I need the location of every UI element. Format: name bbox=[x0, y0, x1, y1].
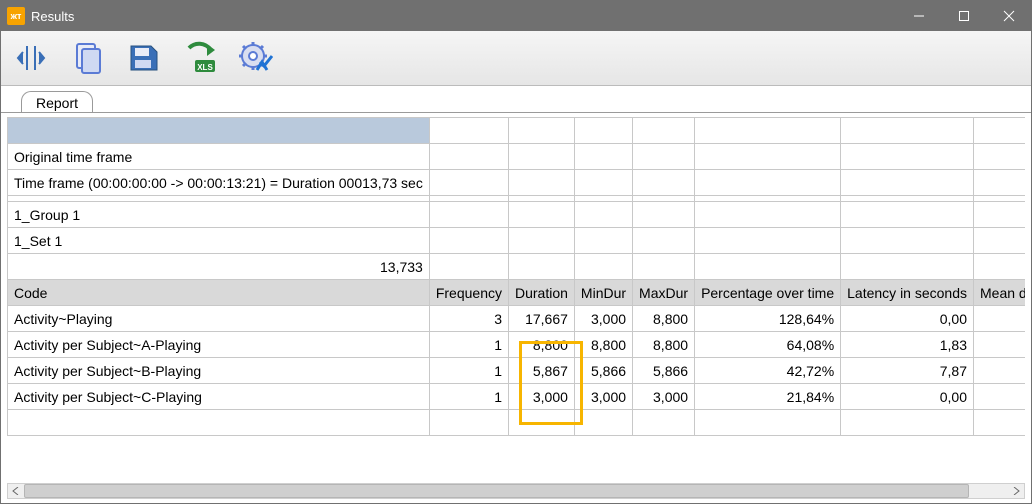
cell-freq: 1 bbox=[429, 332, 508, 358]
cell-max: 8,800 bbox=[633, 306, 695, 332]
window-title: Results bbox=[31, 9, 74, 24]
cell-dur: 5,867 bbox=[509, 358, 575, 384]
app-icon: жт bbox=[7, 7, 25, 25]
cell-code: Activity~Playing bbox=[8, 306, 430, 332]
cell-lat: 0,00 bbox=[841, 306, 974, 332]
cell-min: 8,800 bbox=[574, 332, 632, 358]
report-viewport: Original time frame Time frame (00:00:00… bbox=[1, 112, 1031, 503]
settings-icon bbox=[237, 40, 273, 76]
col-latency[interactable]: Latency in seconds bbox=[841, 280, 974, 306]
cell-pct: 21,84% bbox=[695, 384, 841, 410]
table-row[interactable]: Original time frame bbox=[8, 144, 1026, 170]
table-row[interactable]: Activity per Subject~C-Playing 1 3,000 3… bbox=[8, 384, 1026, 410]
col-mindur[interactable]: MinDur bbox=[574, 280, 632, 306]
cell-dur: 17,667 bbox=[509, 306, 575, 332]
col-mean[interactable]: Mean du bbox=[974, 280, 1026, 306]
table-row[interactable]: Activity per Subject~B-Playing 1 5,867 5… bbox=[8, 358, 1026, 384]
cell-dur: 3,000 bbox=[509, 384, 575, 410]
export-excel-button[interactable]: XLS bbox=[177, 36, 221, 80]
cell-mean bbox=[974, 332, 1026, 358]
cell-pct: 64,08% bbox=[695, 332, 841, 358]
settings-button[interactable] bbox=[233, 36, 277, 80]
cell-mean bbox=[974, 306, 1026, 332]
col-frequency[interactable]: Frequency bbox=[429, 280, 508, 306]
tab-bar: Report bbox=[1, 86, 1031, 112]
cell-freq: 1 bbox=[429, 358, 508, 384]
table-row[interactable]: Time frame (00:00:00:00 -> 00:00:13:21) … bbox=[8, 170, 1026, 196]
scroll-left-button[interactable] bbox=[8, 484, 24, 498]
cell-code: Activity per Subject~C-Playing bbox=[8, 384, 430, 410]
chevron-left-icon bbox=[12, 487, 20, 495]
scroll-track[interactable] bbox=[24, 484, 1008, 498]
cell-max: 3,000 bbox=[633, 384, 695, 410]
cell-max: 8,800 bbox=[633, 332, 695, 358]
scroll-thumb[interactable] bbox=[24, 484, 969, 498]
cell-min: 3,000 bbox=[574, 306, 632, 332]
cell-code: Activity per Subject~B-Playing bbox=[8, 358, 430, 384]
col-maxdur[interactable]: MaxDur bbox=[633, 280, 695, 306]
svg-text:XLS: XLS bbox=[197, 63, 213, 72]
horizontal-scrollbar[interactable] bbox=[7, 483, 1025, 499]
chevron-right-icon bbox=[1012, 487, 1020, 495]
table-row[interactable]: 1_Group 1 bbox=[8, 202, 1026, 228]
close-icon bbox=[1003, 10, 1015, 22]
table-row[interactable]: 1_Set 1 bbox=[8, 228, 1026, 254]
toolbar: XLS bbox=[1, 31, 1031, 86]
maximize-button[interactable] bbox=[941, 1, 986, 31]
copy-icon bbox=[69, 40, 105, 76]
cell-timeframe-detail: Time frame (00:00:00:00 -> 00:00:13:21) … bbox=[8, 170, 430, 196]
cell-lat: 1,83 bbox=[841, 332, 974, 358]
adjust-columns-button[interactable] bbox=[9, 36, 53, 80]
table-row[interactable]: Activity per Subject~A-Playing 1 8,800 8… bbox=[8, 332, 1026, 358]
table-row[interactable]: Activity~Playing 3 17,667 3,000 8,800 12… bbox=[8, 306, 1026, 332]
cell-mean bbox=[974, 384, 1026, 410]
titlebar: жт Results bbox=[1, 1, 1031, 31]
cell-dur: 8,800 bbox=[509, 332, 575, 358]
copy-button[interactable] bbox=[65, 36, 109, 80]
col-percentage[interactable]: Percentage over time bbox=[695, 280, 841, 306]
table-row[interactable] bbox=[8, 118, 1026, 144]
minimize-icon bbox=[913, 10, 925, 22]
columns-icon bbox=[13, 40, 49, 76]
cell-lat: 7,87 bbox=[841, 358, 974, 384]
cell-min: 3,000 bbox=[574, 384, 632, 410]
maximize-icon bbox=[958, 10, 970, 22]
report-table[interactable]: Original time frame Time frame (00:00:00… bbox=[7, 117, 1025, 436]
tab-report[interactable]: Report bbox=[21, 91, 93, 113]
cell-mean bbox=[974, 358, 1026, 384]
cell-lat: 0,00 bbox=[841, 384, 974, 410]
cell-freq: 1 bbox=[429, 384, 508, 410]
cell-max: 5,866 bbox=[633, 358, 695, 384]
cell-min: 5,866 bbox=[574, 358, 632, 384]
cell-pct: 128,64% bbox=[695, 306, 841, 332]
report-grid[interactable]: Original time frame Time frame (00:00:00… bbox=[7, 117, 1025, 481]
cell-set: 1_Set 1 bbox=[8, 228, 430, 254]
results-window: жт Results bbox=[0, 0, 1032, 504]
save-button[interactable] bbox=[121, 36, 165, 80]
cell-original-timeframe: Original time frame bbox=[8, 144, 430, 170]
export-excel-icon: XLS bbox=[181, 40, 217, 76]
cell-freq: 3 bbox=[429, 306, 508, 332]
save-icon bbox=[125, 40, 161, 76]
table-row[interactable]: 13,733 bbox=[8, 254, 1026, 280]
table-row[interactable] bbox=[8, 410, 1026, 436]
scroll-right-button[interactable] bbox=[1008, 484, 1024, 498]
cell-pct: 42,72% bbox=[695, 358, 841, 384]
cell-total-duration: 13,733 bbox=[8, 254, 430, 280]
cell-code: Activity per Subject~A-Playing bbox=[8, 332, 430, 358]
col-duration[interactable]: Duration bbox=[509, 280, 575, 306]
cell-group: 1_Group 1 bbox=[8, 202, 430, 228]
close-button[interactable] bbox=[986, 1, 1031, 31]
col-code[interactable]: Code bbox=[8, 280, 430, 306]
table-header-row: Code Frequency Duration MinDur MaxDur Pe… bbox=[8, 280, 1026, 306]
minimize-button[interactable] bbox=[896, 1, 941, 31]
